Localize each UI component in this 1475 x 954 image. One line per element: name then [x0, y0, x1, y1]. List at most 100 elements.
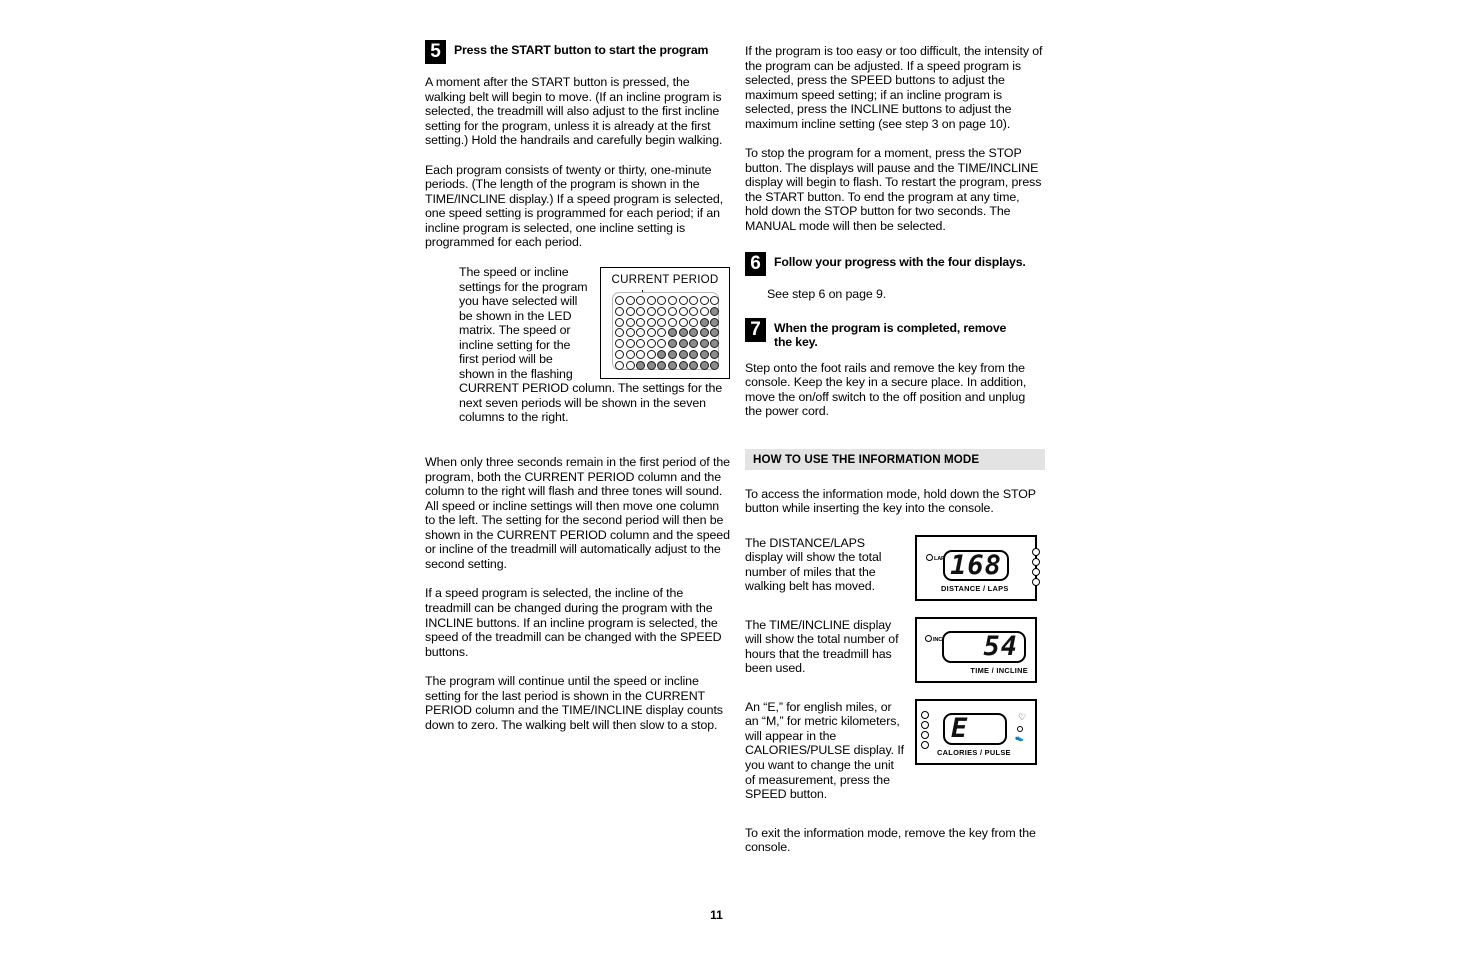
led-dot-off — [689, 306, 699, 316]
info-display-row-distance: The DISTANCE/LAPS display will show the … — [745, 534, 1045, 601]
led-dot-off — [646, 339, 656, 349]
side-led-icon — [1032, 567, 1040, 576]
step-5: 5 Press the START button to start the pr… — [425, 40, 730, 64]
info-mode-intro: To access the information mode, hold dow… — [745, 486, 1036, 516]
info-display-text-calories: An “E,” for english miles, or an “M,” fo… — [745, 699, 904, 802]
led-matrix-row — [615, 360, 720, 371]
led-dot-off — [615, 317, 624, 327]
calories-pulse-display-figure: E CALORIES / PULSE ♡ 👟 — [915, 698, 1037, 765]
side-led-icon — [921, 730, 929, 739]
led-dot-off — [646, 317, 656, 327]
led-dot-off — [625, 317, 635, 327]
led-dot-on — [678, 328, 688, 338]
step-6-body: See step 6 on page 9. — [767, 286, 887, 301]
led-dot-on — [678, 339, 688, 349]
led-dot-on — [710, 349, 720, 359]
led-dot-off — [636, 306, 646, 316]
info-mode-section-header: HOW TO USE THE INFORMATION MODE — [745, 448, 1045, 470]
led-dot-on — [699, 317, 709, 327]
side-led-icon — [1032, 547, 1040, 556]
step-5-title: Press the START button to start the prog… — [454, 43, 709, 57]
step-7-body: Step onto the foot rails and remove the … — [745, 360, 1027, 419]
step-6-number: 6 — [745, 251, 766, 276]
led-dot-on — [667, 349, 677, 359]
info-display-row-time: The TIME/INCLINE display will show the t… — [745, 616, 1045, 683]
led-dot-off — [689, 295, 699, 305]
led-dot-off — [636, 295, 646, 305]
led-dot-on — [699, 339, 709, 349]
led-dot-off — [636, 328, 646, 338]
time-incline-display-figure: INCL 54 TIME / INCLINE — [915, 616, 1037, 683]
led-dot-off — [625, 295, 635, 305]
led-dot-on — [678, 349, 688, 359]
side-led-icon — [1032, 557, 1040, 566]
led-dot-off — [646, 295, 656, 305]
led-matrix-row — [615, 338, 720, 349]
led-dot-off — [657, 328, 667, 338]
led-dot-on — [699, 328, 709, 338]
distance-laps-value: 168 — [950, 549, 1002, 581]
led-dot-off — [636, 317, 646, 327]
led-dot-on — [657, 360, 667, 370]
distance-laps-lcd: 168 — [943, 549, 1009, 581]
step-5-paragraph-3: When only three seconds remain in the fi… — [425, 455, 730, 571]
led-dot-on — [699, 360, 709, 370]
led-dot-off — [636, 349, 646, 359]
led-dot-off — [625, 306, 635, 316]
page-footer: 11 — [0, 908, 1475, 922]
pulse-indicator-led-icon — [1017, 725, 1023, 732]
step-5-paragraph-4: If a speed program is selected, the incl… — [425, 586, 722, 659]
led-dot-off — [678, 317, 688, 327]
led-dot-on — [657, 349, 667, 359]
led-matrix-figure: CURRENT PERIOD — [600, 267, 730, 380]
right-column: If the program is too easy or too diffic… — [745, 40, 1045, 870]
step-5-number: 5 — [425, 40, 446, 64]
led-dot-on — [646, 360, 656, 370]
led-dot-off — [657, 295, 667, 305]
time-incline-sublabel: TIME / INCLINE — [970, 665, 1028, 675]
side-led-icon — [921, 720, 929, 729]
led-dot-off — [667, 306, 677, 316]
led-matrix-panel — [612, 292, 720, 371]
led-dot-off — [625, 360, 635, 370]
info-mode-outro: To exit the information mode, remove the… — [745, 825, 1036, 855]
led-dot-off — [657, 339, 667, 349]
calories-pulse-lcd: E — [943, 712, 1007, 745]
led-dot-off — [615, 328, 624, 338]
calories-pulse-sublabel: CALORIES / PULSE — [937, 747, 1011, 757]
led-dot-off — [646, 306, 656, 316]
led-dot-off — [657, 317, 667, 327]
led-dot-off — [667, 295, 677, 305]
step-7-number: 7 — [745, 318, 766, 343]
calories-pulse-value: E — [951, 713, 969, 745]
info-display-text-time: The TIME/INCLINE display will show the t… — [745, 617, 899, 676]
step-6: 6 Follow your progress with the four dis… — [745, 251, 1045, 276]
led-dot-on — [689, 328, 699, 338]
led-dot-off — [615, 360, 624, 370]
step-5-paragraph-1: A moment after the START button is press… — [425, 75, 723, 148]
info-display-row-calories: An “E,” for english miles, or an “M,” fo… — [745, 698, 1045, 802]
led-dot-on — [710, 328, 720, 338]
led-dot-on — [678, 360, 688, 370]
led-dot-off — [699, 306, 709, 316]
led-dot-on — [710, 360, 720, 370]
led-dot-off — [657, 306, 667, 316]
led-dot-off — [615, 295, 624, 305]
led-dot-off — [710, 295, 720, 305]
side-led-icon — [1032, 577, 1040, 586]
led-dot-off — [625, 328, 635, 338]
led-dot-on — [667, 360, 677, 370]
led-dot-on — [636, 360, 646, 370]
led-dot-off — [689, 317, 699, 327]
step-7-title: When the program is completed, remove th… — [774, 321, 1007, 350]
led-matrix-figure-wrap: CURRENT PERIOD The speed or incline sett… — [459, 265, 730, 440]
manual-page: 5 Press the START button to start the pr… — [0, 0, 1475, 954]
led-dot-off — [615, 339, 624, 349]
led-matrix-row — [615, 327, 720, 338]
led-dot-on — [699, 349, 709, 359]
led-dot-on — [710, 339, 720, 349]
left-column: 5 Press the START button to start the pr… — [425, 40, 730, 747]
right-intro-paragraph-1: If the program is too easy or too diffic… — [745, 44, 1043, 131]
led-dot-off — [678, 306, 688, 316]
led-dot-off — [678, 295, 688, 305]
